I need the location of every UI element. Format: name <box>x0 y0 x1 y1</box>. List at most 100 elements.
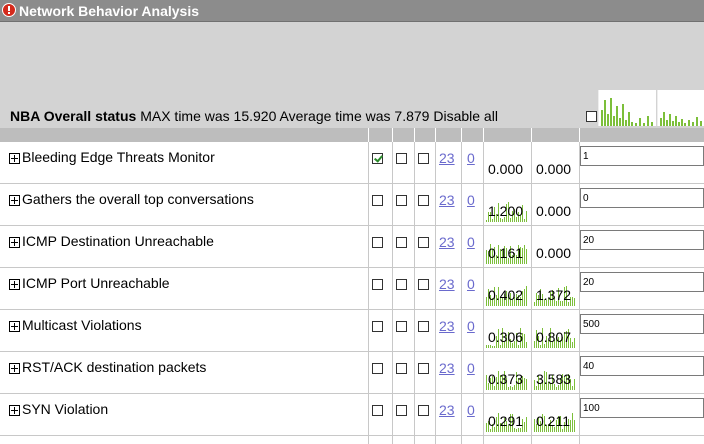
threshold-input[interactable] <box>580 146 704 166</box>
column-divider <box>368 142 369 444</box>
column-header-divider <box>392 128 393 142</box>
count-link[interactable]: 23 <box>439 318 455 334</box>
column-header-strip <box>0 128 704 142</box>
value-2: 0.000 <box>536 161 572 177</box>
option-checkbox-3[interactable] <box>418 237 429 248</box>
disable-all-label: Disable all <box>433 108 498 124</box>
value-1: 0.291 <box>488 413 524 429</box>
summary-graph-max[interactable] <box>598 90 656 126</box>
summary-graph-max-svg <box>601 98 653 126</box>
option-checkbox-2[interactable] <box>396 153 407 164</box>
rule-name: Bleeding Edge Threats Monitor <box>22 149 215 165</box>
option-checkbox-2[interactable] <box>396 363 407 374</box>
zero-link[interactable]: 0 <box>467 276 475 292</box>
threshold-input[interactable] <box>580 398 704 418</box>
zero-link[interactable]: 0 <box>467 192 475 208</box>
option-checkbox-3[interactable] <box>418 363 429 374</box>
value-2: 0.000 <box>536 245 572 261</box>
table-row: Bleeding Edge Threats Monitor 23 0 0.000 0.0… <box>0 142 704 184</box>
column-header-divider <box>531 128 532 142</box>
count-link[interactable]: 23 <box>439 234 455 250</box>
zero-link[interactable]: 0 <box>467 234 475 250</box>
table-row: Gathers the overall top conversations 23 0… <box>0 184 704 226</box>
option-checkbox-3[interactable] <box>418 321 429 332</box>
enable-checkbox[interactable] <box>372 321 383 332</box>
column-divider <box>483 142 484 444</box>
zero-link[interactable]: 0 <box>467 402 475 418</box>
zero-link[interactable]: 0 <box>467 360 475 376</box>
option-checkbox-3[interactable] <box>418 153 429 164</box>
enable-checkbox[interactable] <box>372 237 383 248</box>
column-divider <box>579 142 580 444</box>
disable-all-checkbox[interactable] <box>586 111 597 122</box>
expand-plus-icon[interactable] <box>9 237 20 248</box>
summary-graph-avg[interactable] <box>657 90 704 126</box>
count-link[interactable]: 23 <box>439 150 455 166</box>
threshold-input[interactable] <box>580 188 704 208</box>
column-divider <box>414 142 415 444</box>
value-2: 1.372 <box>536 287 572 303</box>
avg-time-text: Average time was 7.879 <box>279 108 430 124</box>
option-checkbox-2[interactable] <box>396 195 407 206</box>
count-link[interactable]: 23 <box>439 402 455 418</box>
zero-link[interactable]: 0 <box>467 318 475 334</box>
count-link[interactable]: 23 <box>439 192 455 208</box>
window-title: Network Behavior Analysis <box>19 3 199 19</box>
status-label: NBA Overall status <box>10 108 137 124</box>
alert-icon <box>2 3 16 17</box>
max-time-text: MAX time was 15.920 <box>140 108 277 124</box>
threshold-input[interactable] <box>580 314 704 334</box>
rule-name: ICMP Port Unreachable <box>22 275 170 291</box>
expand-plus-icon[interactable] <box>9 195 20 206</box>
expand-plus-icon[interactable] <box>9 321 20 332</box>
value-1: 0.000 <box>488 161 524 177</box>
value-1: 0.161 <box>488 245 524 261</box>
enable-checkbox[interactable] <box>372 405 383 416</box>
column-divider <box>461 142 462 444</box>
column-header-divider <box>414 128 415 142</box>
threshold-input[interactable] <box>580 230 704 250</box>
option-checkbox-3[interactable] <box>418 405 429 416</box>
value-1: 0.306 <box>488 329 524 345</box>
column-divider <box>531 142 532 444</box>
expand-plus-icon[interactable] <box>9 363 20 374</box>
summary-graph-avg-svg <box>660 112 702 126</box>
nba-status-line: NBA Overall status MAX time was 15.920 A… <box>10 108 498 124</box>
value-2: 3.583 <box>536 371 572 387</box>
expand-plus-icon[interactable] <box>9 153 20 164</box>
table-row: ICMP Destination Unreachable 23 0 0.161 0.00… <box>0 226 704 268</box>
enable-checkbox[interactable] <box>372 279 383 290</box>
title-bar: Network Behavior Analysis <box>0 0 704 22</box>
option-checkbox-2[interactable] <box>396 279 407 290</box>
threshold-input[interactable] <box>580 272 704 292</box>
expand-plus-icon[interactable] <box>9 279 20 290</box>
rule-name: ICMP Destination Unreachable <box>22 233 214 249</box>
count-link[interactable]: 23 <box>439 276 455 292</box>
column-header-divider <box>579 128 580 142</box>
column-divider <box>435 142 436 444</box>
column-header-divider <box>483 128 484 142</box>
rule-name: Multicast Violations <box>22 317 142 333</box>
option-checkbox-2[interactable] <box>396 237 407 248</box>
count-link[interactable]: 23 <box>439 360 455 376</box>
value-2: 0.211 <box>536 413 570 429</box>
enable-checkbox[interactable] <box>372 363 383 374</box>
option-checkbox-3[interactable] <box>418 195 429 206</box>
threshold-input[interactable] <box>580 356 704 376</box>
column-header-divider <box>435 128 436 142</box>
value-1: 0.402 <box>488 287 524 303</box>
rule-name: Gathers the overall top conversations <box>22 191 254 207</box>
enable-checkbox[interactable] <box>372 153 383 164</box>
table-row: Multicast Violations 23 0 0.306 0.807 <box>0 310 704 352</box>
value-2: 0.807 <box>536 329 572 345</box>
expand-plus-icon[interactable] <box>9 405 20 416</box>
table-row: SYN Violation 23 0 0.291 0.211 <box>0 394 704 436</box>
zero-link[interactable]: 0 <box>467 150 475 166</box>
option-checkbox-2[interactable] <box>396 321 407 332</box>
table-row: ICMP Port Unreachable 23 0 0.402 1.372 <box>0 268 704 310</box>
option-checkbox-3[interactable] <box>418 279 429 290</box>
value-2: 0.000 <box>536 203 572 219</box>
table-row: RST/ACK destination packets 23 0 0.373 3.583 <box>0 352 704 394</box>
option-checkbox-2[interactable] <box>396 405 407 416</box>
enable-checkbox[interactable] <box>372 195 383 206</box>
